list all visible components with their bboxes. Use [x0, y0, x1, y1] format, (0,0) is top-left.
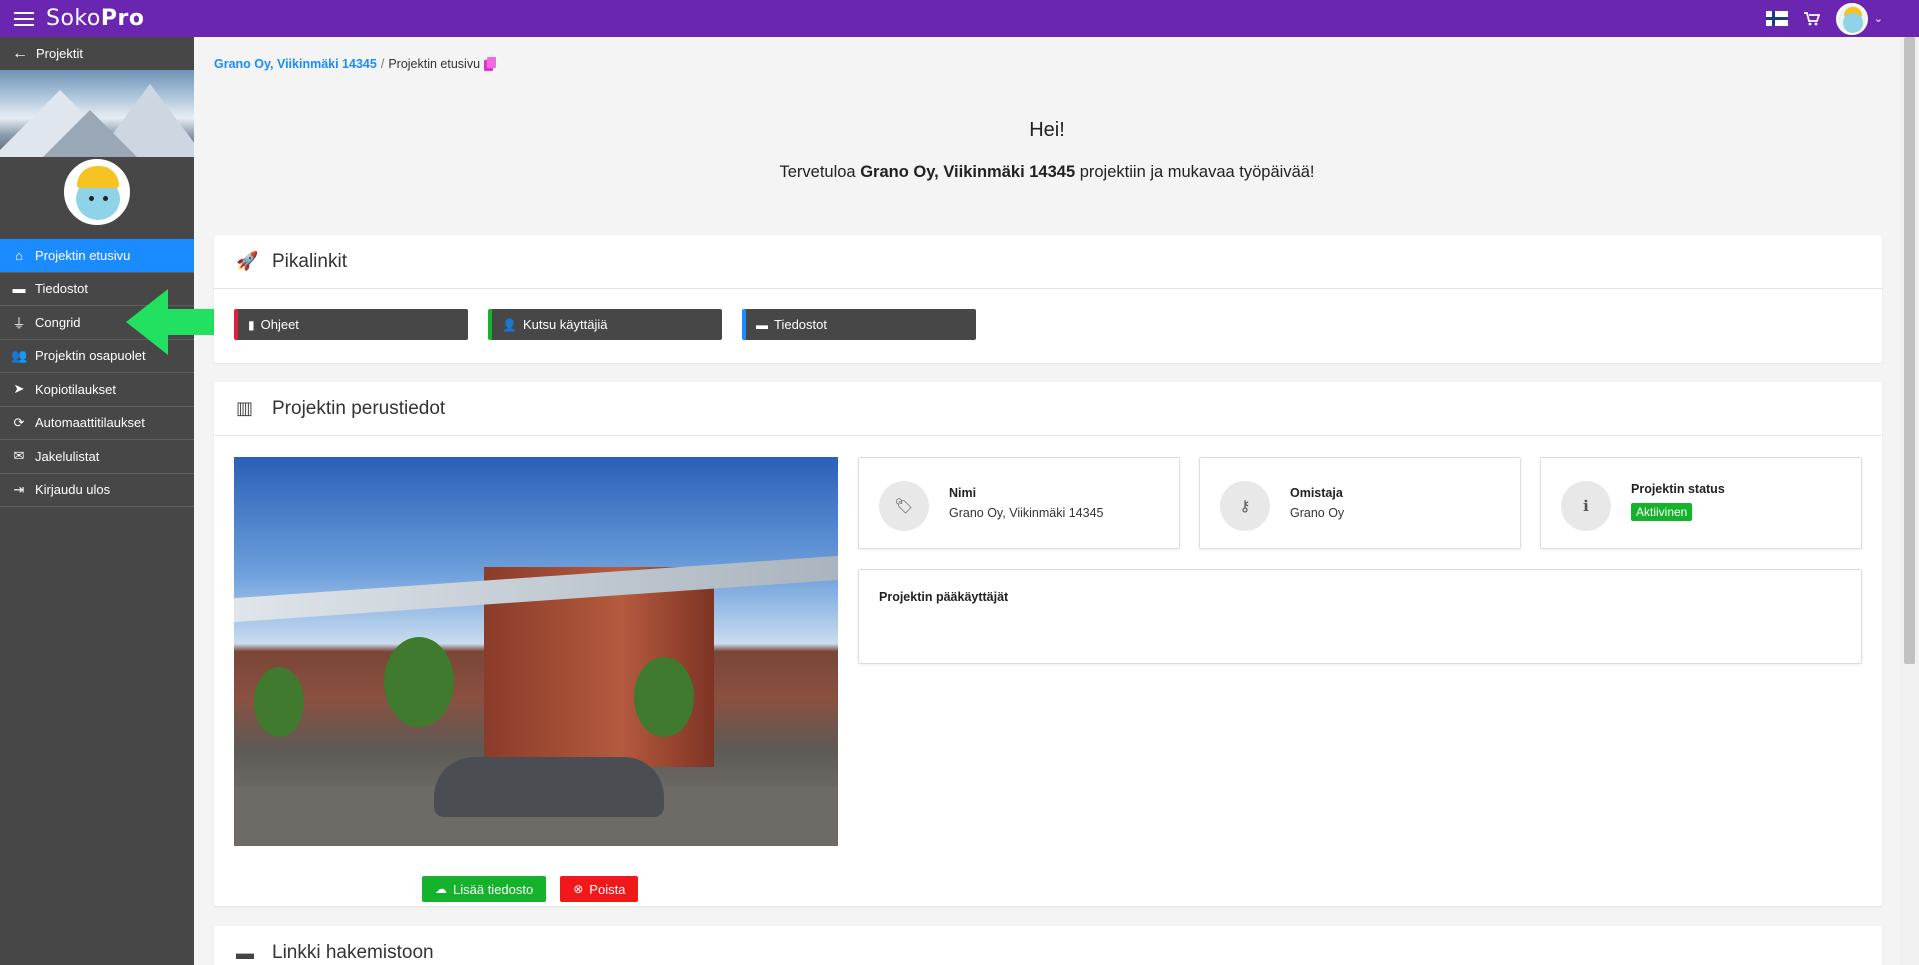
project-admins-card: Projektin pääkäyttäjät	[858, 569, 1862, 664]
sidebar-item-projektin-etusivu[interactable]: ⌂ Projektin etusivu	[0, 239, 194, 273]
project-basics-header: ▥ Projektin perustiedot	[214, 382, 1882, 436]
project-name-card: 🏷 Nimi Grano Oy, Viikinmäki 14345	[858, 457, 1180, 549]
add-file-button[interactable]: ☁ Lisää tiedosto	[422, 876, 547, 902]
owner-value: Grano Oy	[1290, 506, 1345, 520]
folder-icon: ▬	[236, 942, 254, 963]
users-icon: 👥	[11, 347, 28, 363]
book-icon: ▮	[248, 317, 255, 332]
greeting-title: Hei!	[1029, 119, 1065, 141]
tag-icon: 🏷	[879, 481, 929, 531]
back-to-projects-link[interactable]: ← Projektit	[0, 37, 194, 70]
logo-text-light: Soko	[46, 6, 101, 31]
sidebar-item-label: Congrid	[35, 314, 81, 330]
folder-icon: ▬	[12, 281, 26, 297]
plug-icon: ⏚	[12, 315, 26, 331]
sidebar-item-label: Projektin etusivu	[35, 247, 131, 263]
sidebar-cover-image	[0, 70, 194, 157]
page-scrollbar[interactable]	[1900, 37, 1919, 965]
delete-button[interactable]: ⊗ Poista	[560, 876, 639, 902]
arrow-left-icon: ←	[12, 44, 28, 62]
paper-plane-icon: ➤	[13, 381, 25, 397]
project-basics-card: ▥ Projektin perustiedot ☁ Lisää tiedosto …	[214, 382, 1882, 906]
button-label: Kutsu käyttäjiä	[522, 317, 608, 332]
project-status-card: ℹ Projektin status Aktiivinen	[1540, 457, 1862, 549]
copy-icon[interactable]	[484, 57, 497, 71]
logo-text-bold: Pro	[100, 6, 145, 31]
sidebar-item-label: Kirjaudu ulos	[35, 482, 111, 498]
project-owner-card: ⚷ Omistaja Grano Oy	[1199, 457, 1521, 549]
ohjeet-button[interactable]: ▮ Ohjeet	[234, 309, 468, 340]
directory-link-title: Linkki hakemistoon	[272, 942, 434, 963]
files-button[interactable]: ▬ Tiedostot	[742, 309, 976, 340]
sidebar-item-label: Automaattitilaukset	[35, 415, 145, 431]
sync-icon: ⟳	[13, 414, 25, 430]
welcome-suffix: projektiin ja mukavaa työpäivää!	[1075, 163, 1315, 181]
rocket-icon: 🚀	[236, 251, 259, 271]
breadcrumb-project-link[interactable]: Grano Oy, Viikinmäki 14345	[214, 57, 377, 71]
info-icon: ℹ	[1561, 481, 1611, 531]
sidebar-item-label: Kopiotilaukset	[35, 381, 116, 397]
sidebar: ← Projektit ⌂ Projektin etusivu ▬ Tiedosto…	[0, 37, 194, 965]
building-icon: ▥	[236, 398, 254, 418]
breadcrumb: Grano Oy, Viikinmäki 14345 / Projektin e…	[214, 57, 497, 71]
quicklinks-title: Pikalinkit	[272, 250, 347, 272]
back-link-label: Projektit	[36, 46, 83, 61]
user-avatar[interactable]	[1835, 2, 1868, 35]
welcome-text: Tervetuloa Grano Oy, Viikinmäki 14345 pr…	[194, 163, 1900, 182]
project-basics-title: Projektin perustiedot	[272, 397, 446, 419]
folder-icon: ▬	[756, 317, 768, 332]
sidebar-item-label: Tiedostot	[35, 281, 88, 297]
quicklinks-buttons: ▮ Ohjeet 👤 Kutsu käyttäjiä ▬ Tiedostot	[234, 309, 976, 340]
sign-out-icon: ⇥	[13, 481, 25, 497]
button-label: Ohjeet	[260, 317, 299, 332]
topbar-actions: ⌄	[1765, 0, 1883, 37]
project-image	[234, 457, 838, 846]
quicklinks-header: 🚀 Pikalinkit	[214, 235, 1882, 289]
cloud-upload-icon: ☁	[435, 882, 447, 896]
image-actions: ☁ Lisää tiedosto ⊗ Poista	[422, 876, 639, 902]
breadcrumb-separator: /	[380, 57, 385, 71]
quicklinks-card: 🚀 Pikalinkit ▮ Ohjeet 👤 Kutsu käyttäjiä ▬ T…	[214, 235, 1882, 363]
sidebar-item-label: Jakelulistat	[35, 448, 100, 464]
main-content: Grano Oy, Viikinmäki 14345 / Projektin e…	[194, 37, 1900, 965]
invite-users-button[interactable]: 👤 Kutsu käyttäjiä	[488, 309, 722, 340]
owner-label: Omistaja	[1290, 486, 1343, 500]
times-circle-icon: ⊗	[573, 882, 584, 896]
welcome-prefix: Tervetuloa	[779, 163, 861, 181]
breadcrumb-current: Projektin etusivu	[388, 57, 481, 71]
app-logo[interactable]: SokoPro	[46, 6, 144, 31]
cart-icon[interactable]	[1803, 11, 1821, 26]
top-navbar: SokoPro ⌄	[0, 0, 1919, 37]
name-label: Nimi	[949, 486, 977, 500]
sidebar-item-kopiotilaukset[interactable]: ➤ Kopiotilaukset	[0, 373, 194, 407]
sidebar-item-kirjaudu-ulos[interactable]: ⇥ Kirjaudu ulos	[0, 474, 194, 507]
directory-link-card: ▬ Linkki hakemistoon	[214, 926, 1882, 965]
project-avatar	[64, 159, 130, 225]
scrollbar-thumb[interactable]	[1904, 37, 1915, 664]
menu-icon[interactable]	[14, 11, 34, 26]
welcome-project-name: Grano Oy, Viikinmäki 14345	[860, 163, 1076, 181]
status-badge: Aktiivinen	[1631, 503, 1693, 521]
directory-link-header: ▬ Linkki hakemistoon	[214, 926, 1882, 965]
home-icon: ⌂	[15, 247, 23, 263]
sidebar-item-automaattitilaukset[interactable]: ⟳ Automaattitilaukset	[0, 407, 194, 440]
sidebar-nav: ⌂ Projektin etusivu ▬ Tiedostot ⏚ Congrid 👥…	[0, 239, 194, 507]
key-icon: ⚷	[1220, 481, 1270, 531]
button-label: Tiedostot	[774, 317, 827, 332]
envelope-icon: ✉	[13, 448, 25, 464]
status-label: Projektin status	[1631, 482, 1725, 496]
button-label: Poista	[589, 881, 626, 897]
chevron-down-icon[interactable]: ⌄	[1874, 12, 1883, 25]
admins-label: Projektin pääkäyttäjät	[879, 590, 1009, 604]
button-label: Lisää tiedosto	[453, 881, 534, 897]
user-plus-icon: 👤	[502, 317, 517, 332]
name-value: Grano Oy, Viikinmäki 14345	[949, 506, 1104, 520]
sidebar-item-jakelulistat[interactable]: ✉ Jakelulistat	[0, 440, 194, 474]
flag-fi-icon[interactable]	[1765, 11, 1788, 26]
